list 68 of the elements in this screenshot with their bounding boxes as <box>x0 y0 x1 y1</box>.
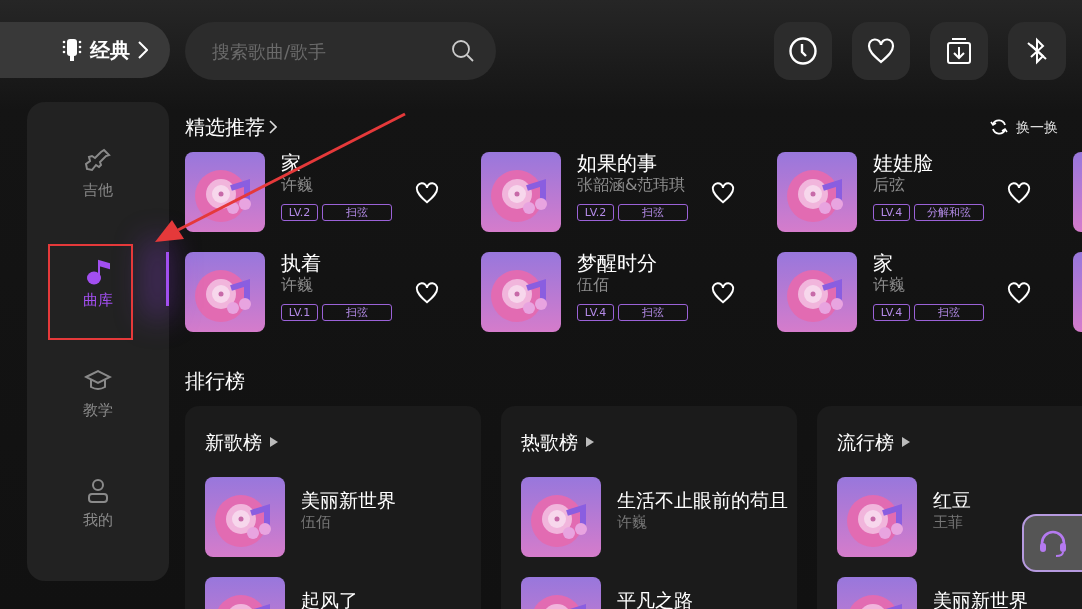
sidebar-tab[interactable]: 我的 <box>27 464 169 544</box>
artist-name: 后弦 <box>873 174 906 196</box>
support-button[interactable] <box>1022 514 1082 572</box>
song-title[interactable]: 美丽新世界 <box>933 588 1028 609</box>
technique-tag: 扫弦 <box>914 304 984 321</box>
song-title[interactable]: 执着 <box>281 252 392 274</box>
artist-name: 许巍 <box>281 174 314 196</box>
bluetooth-off-icon <box>1026 37 1048 65</box>
clock-icon <box>789 37 817 65</box>
download-tray-icon <box>946 37 972 65</box>
chart-name[interactable]: 热歌榜 <box>521 428 578 457</box>
technique-tag: 扫弦 <box>618 304 688 321</box>
refresh-icon <box>990 119 1008 135</box>
difficulty-tag: LV.1 <box>281 304 318 321</box>
song-title[interactable]: 家 <box>873 252 984 274</box>
chart-name[interactable]: 新歌榜 <box>205 428 262 457</box>
triangle-right-icon[interactable] <box>586 437 594 448</box>
difficulty-tag: LV.4 <box>873 204 910 221</box>
song-title[interactable]: 平凡之路 <box>617 588 693 609</box>
artist-name: 许巍 <box>873 274 906 296</box>
artist-name: 王菲 <box>933 511 964 533</box>
technique-tag: 扫弦 <box>618 204 688 221</box>
sidebar-tab[interactable]: 吉他 <box>27 134 169 214</box>
song-title[interactable]: 娃娃脸 <box>873 152 984 174</box>
favorite-button[interactable] <box>1007 180 1031 204</box>
technique-tag: 扫弦 <box>322 204 392 221</box>
difficulty-tag: LV.4 <box>577 304 614 321</box>
song-title[interactable]: 美丽新世界 <box>301 488 396 511</box>
difficulty-tag: LV.2 <box>577 204 614 221</box>
difficulty-tag: LV.2 <box>281 204 318 221</box>
heart-icon <box>867 38 895 64</box>
artist-name: 张韶涵&范玮琪 <box>577 174 687 196</box>
bluetooth-button[interactable] <box>1008 22 1066 80</box>
mode-label[interactable]: 经典 <box>90 35 130 65</box>
song-title[interactable]: 如果的事 <box>577 152 688 174</box>
chart-name[interactable]: 流行榜 <box>837 428 894 457</box>
headset-icon <box>1038 529 1068 557</box>
technique-tag: 扫弦 <box>322 304 392 321</box>
favorite-button[interactable] <box>415 180 439 204</box>
search-field[interactable]: 搜索歌曲/歌手 <box>185 22 496 80</box>
artist-name: 伍佰 <box>301 511 332 533</box>
download-button[interactable] <box>930 22 988 80</box>
sidebar-tab[interactable]: 教学 <box>27 354 169 434</box>
favorite-button[interactable] <box>1007 280 1031 304</box>
favorite-button[interactable] <box>711 280 735 304</box>
chevron-right-icon[interactable] <box>269 120 277 134</box>
song-title[interactable]: 梦醒时分 <box>577 252 688 274</box>
favorite-button[interactable] <box>415 280 439 304</box>
song-title[interactable]: 红豆 <box>933 488 971 511</box>
history-button[interactable] <box>774 22 832 80</box>
song-title[interactable]: 生活不止眼前的苟且 <box>617 488 788 511</box>
section-title: 排行榜 <box>185 368 245 395</box>
guitar-headstock-icon <box>62 38 82 62</box>
favorites-button[interactable] <box>852 22 910 80</box>
technique-tag: 分解和弦 <box>914 204 984 221</box>
sidebar-tab[interactable]: 曲库 <box>27 244 169 324</box>
triangle-right-icon[interactable] <box>902 437 910 448</box>
song-title[interactable]: 起风了 <box>301 588 358 609</box>
triangle-right-icon[interactable] <box>270 437 278 448</box>
search-icon[interactable] <box>452 40 474 62</box>
difficulty-tag: LV.4 <box>873 304 910 321</box>
section-title[interactable]: 精选推荐 <box>185 112 265 142</box>
refresh-button[interactable]: 换一换 <box>984 115 1064 139</box>
artist-name: 伍佰 <box>577 274 610 296</box>
selection-indicator <box>166 252 169 306</box>
artist-name: 许巍 <box>281 274 314 296</box>
artist-name: 许巍 <box>617 511 648 533</box>
favorite-button[interactable] <box>711 180 735 204</box>
